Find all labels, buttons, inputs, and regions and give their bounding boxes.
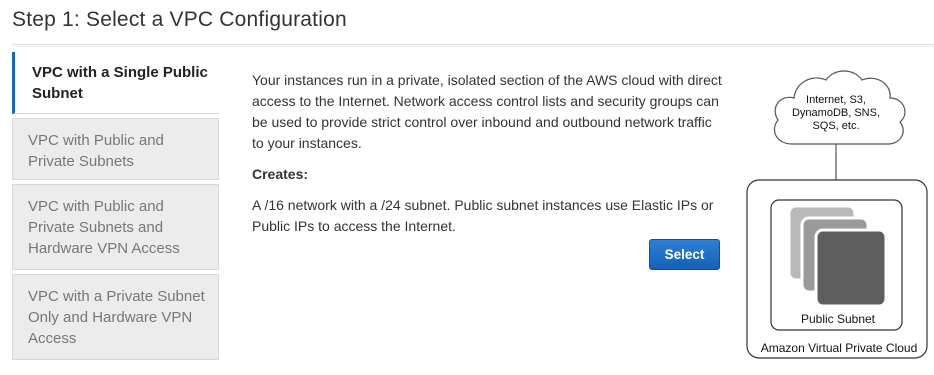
public-subnet-label: Public Subnet [800, 312, 876, 326]
config-description: Your instances run in a private, isolate… [252, 72, 722, 151]
sidebar-item-private-only-vpn[interactable]: VPC with a Private Subnet Only and Hardw… [12, 274, 219, 360]
vpc-label: Amazon Virtual Private Cloud [760, 341, 918, 355]
cloud-label-line: DynamoDB, SNS, [791, 107, 881, 119]
config-details: Your instances run in a private, isolate… [252, 70, 722, 237]
vpc-config-sidebar: VPC with a Single Public Subnet VPC with… [12, 52, 219, 364]
sidebar-item-public-private-subnets[interactable]: VPC with Public and Private Subnets [12, 118, 219, 180]
cloud-label: Internet, S3, DynamoDB, SNS, SQS, etc. [766, 94, 906, 133]
sidebar-item-public-private-vpn[interactable]: VPC with Public and Private Subnets and … [12, 184, 219, 270]
creates-heading: Creates: [252, 166, 309, 182]
title-divider [12, 44, 934, 45]
sidebar-item-label: VPC with a Single Public Subnet [32, 64, 208, 102]
vpc-diagram: Internet, S3, DynamoDB, SNS, SQS, etc. P… [740, 58, 934, 370]
cloud-label-line: Internet, S3, [806, 94, 866, 106]
creates-description: A /16 network with a /24 subnet. Public … [252, 197, 714, 234]
sidebar-item-label: VPC with Public and Private Subnets and … [28, 198, 180, 257]
title-divider-shadow [12, 46, 934, 47]
sidebar-item-label: VPC with a Private Subnet Only and Hardw… [28, 288, 205, 347]
sidebar-item-label: VPC with Public and Private Subnets [28, 132, 164, 170]
sidebar-item-single-public-subnet[interactable]: VPC with a Single Public Subnet [12, 52, 219, 114]
page-title: Step 1: Select a VPC Configuration [12, 8, 347, 31]
cloud-label-line: SQS, etc. [812, 120, 860, 132]
select-button[interactable]: Select [649, 239, 720, 270]
